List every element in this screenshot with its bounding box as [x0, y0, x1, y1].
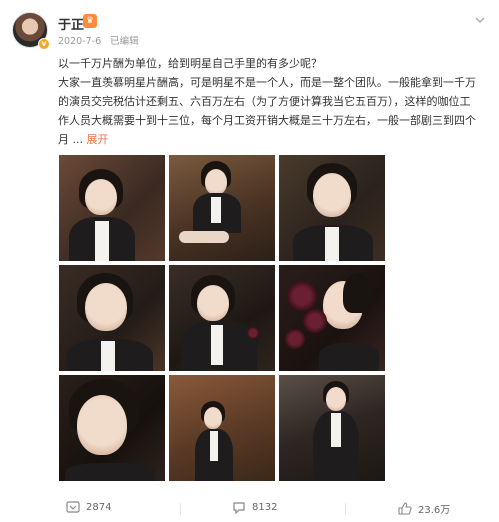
post-text-line: 的演员交完税估计还剩五、六百万左右（为了方便计算我当它五百万），这样的咖位工 — [58, 95, 471, 108]
photo-3[interactable] — [279, 155, 385, 261]
post-text-tail: 月 ... — [58, 133, 87, 146]
divider — [180, 503, 181, 515]
divider — [345, 503, 346, 515]
post-text-line: 作人员大概需要十到十三位，每个月工资开销大概是三十万左右，一般一部剧三到四个 — [58, 114, 476, 127]
username[interactable]: 于正 — [58, 14, 84, 33]
weibo-post-card: v 于正 ♛ 2020-7-6 已编辑 以一千万片酬为单位，给到明星自己手里的有… — [0, 0, 499, 522]
comment-button[interactable]: 8132 — [232, 501, 277, 514]
post-text: 以一千万片酬为单位，给到明星自己手里的有多少呢？ 大家一直羡慕明星片酬高，可是明… — [58, 54, 486, 149]
repost-icon — [66, 501, 80, 513]
repost-button[interactable]: 2874 — [66, 501, 111, 513]
photo-5[interactable] — [169, 265, 275, 371]
post-text-line: 大家一直羡慕明星片酬高，可是明星不是一个人，而是一整个团队。一般能拿到一千万 — [58, 76, 476, 89]
expand-link[interactable]: 展开 — [86, 133, 108, 146]
edited-label[interactable]: 已编辑 — [110, 36, 139, 47]
photo-7[interactable] — [59, 375, 165, 481]
comment-count: 8132 — [252, 502, 278, 513]
like-button[interactable]: 23.6万 — [398, 501, 450, 516]
verified-badge-icon: v — [38, 38, 50, 50]
photo-2[interactable] — [169, 155, 275, 261]
post-date[interactable]: 2020-7-6 — [58, 36, 101, 47]
action-bar: 2874 8132 23.6万 — [0, 495, 499, 522]
chevron-down-icon[interactable] — [473, 14, 487, 28]
photo-6[interactable] — [279, 265, 385, 371]
photo-8[interactable] — [169, 375, 275, 481]
photo-9[interactable] — [279, 375, 385, 481]
post-text-line: 月 ... 展开 — [58, 130, 486, 149]
comment-icon — [233, 502, 245, 514]
post-meta: 2020-7-6 已编辑 — [58, 33, 145, 47]
thumbs-up-icon — [398, 502, 412, 515]
post-text-line: 以一千万片酬为单位，给到明星自己手里的有多少呢？ — [58, 57, 322, 70]
repost-count: 2874 — [86, 501, 112, 513]
like-count: 23.6万 — [418, 505, 451, 516]
photo-4[interactable] — [59, 265, 165, 371]
vip-crown-icon: ♛ — [83, 14, 97, 28]
photo-1[interactable] — [59, 155, 165, 261]
photo-grid — [59, 155, 385, 485]
